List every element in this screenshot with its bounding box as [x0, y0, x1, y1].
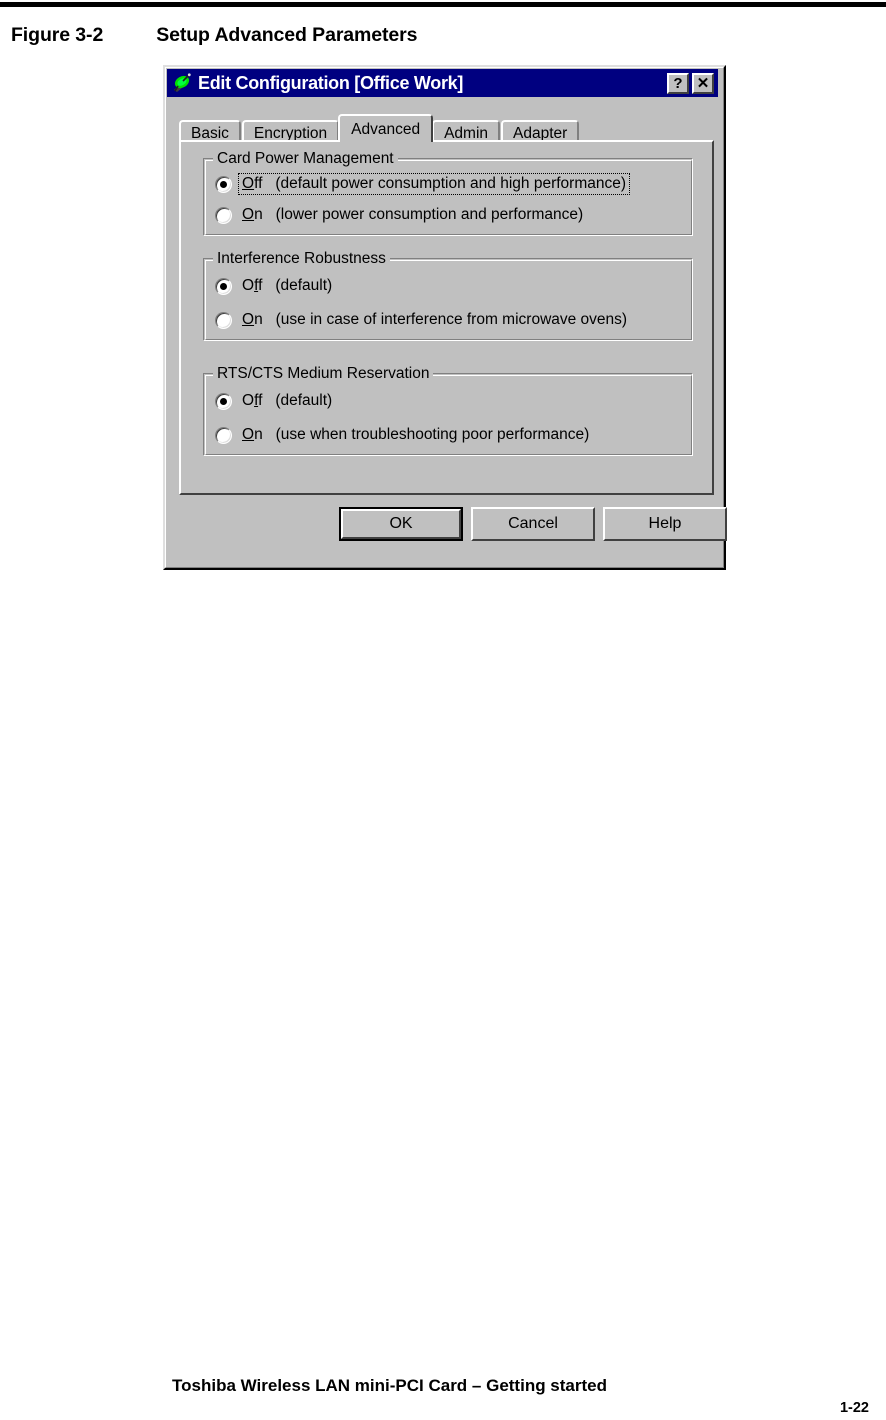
- radio-row-cpm-off[interactable]: Off (default power consumption and high …: [215, 173, 631, 195]
- radio-rts-on[interactable]: [215, 426, 232, 444]
- radio-dot: [220, 282, 227, 290]
- tab-advanced[interactable]: Advanced: [338, 114, 434, 142]
- radio-label-rts-on: On (use when troubleshooting poor perfor…: [239, 425, 592, 445]
- radio-desc-ir-on: (use in case of interference from microw…: [275, 311, 628, 328]
- radio-row-rts-off[interactable]: Off (default): [215, 391, 335, 411]
- radio-row-ir-off[interactable]: Off (default): [215, 276, 335, 296]
- radio-desc-cpm-on: (lower power consumption and performance…: [275, 206, 584, 223]
- radio-desc-rts-off: (default): [275, 392, 333, 409]
- radio-value-cpm-on: On: [242, 206, 263, 223]
- close-icon[interactable]: ✕: [692, 72, 714, 94]
- help-title-button[interactable]: ?: [667, 72, 689, 94]
- edit-configuration-dialog: Edit Configuration [Office Work] ? ✕ Bas…: [163, 65, 727, 570]
- ok-button[interactable]: OK: [339, 507, 463, 541]
- radio-cpm-on[interactable]: [215, 206, 232, 224]
- cancel-button[interactable]: Cancel: [471, 507, 595, 541]
- radio-value-ir-on: On: [242, 311, 263, 328]
- radio-value-ir-off: Off: [242, 277, 263, 294]
- radio-ir-on[interactable]: [215, 311, 232, 329]
- group-title-interference-robustness: Interference Robustness: [213, 249, 390, 268]
- satellite-dish-icon: [170, 72, 192, 94]
- radio-cpm-off[interactable]: [215, 175, 232, 193]
- group-rts-cts-medium-reservation: RTS/CTS Medium Reservation Off (default)…: [203, 364, 693, 456]
- radio-label-cpm-on: On (lower power consumption and performa…: [239, 205, 586, 225]
- dialog-title-text: Edit Configuration [Office Work]: [198, 72, 464, 93]
- radio-value-rts-off: Off: [242, 392, 263, 409]
- radio-desc-rts-on: (use when troubleshooting poor performan…: [275, 426, 590, 443]
- radio-value-rts-on: On: [242, 426, 263, 443]
- radio-dot: [220, 180, 227, 188]
- radio-value-cpm-off: Off: [242, 175, 263, 192]
- group-title-rts-cts-medium-reservation: RTS/CTS Medium Reservation: [213, 364, 434, 383]
- radio-desc-cpm-off: (default power consumption and high perf…: [275, 175, 627, 192]
- radio-rts-off[interactable]: [215, 392, 232, 410]
- radio-dot: [220, 397, 227, 405]
- advanced-tab-panel: Card Power Management Off (default power…: [179, 140, 714, 495]
- figure-label: Figure 3-2: [11, 24, 104, 46]
- tab-strip: Basic Encryption Advanced Admin Adapter: [179, 114, 580, 144]
- figure-caption: Figure 3-2 Setup Advanced Parameters: [11, 24, 418, 47]
- radio-ir-off[interactable]: [215, 277, 232, 295]
- radio-desc-ir-off: (default): [275, 277, 333, 294]
- group-card-power-management: Card Power Management Off (default power…: [203, 149, 693, 236]
- radio-row-ir-on[interactable]: On (use in case of interference from mic…: [215, 310, 630, 330]
- dialog-button-row: OK Cancel Help: [179, 507, 727, 545]
- page-top-rule: [0, 2, 886, 7]
- page-number: 1-22: [839, 1400, 869, 1416]
- title-bar-buttons: ? ✕: [667, 72, 714, 94]
- help-button[interactable]: Help: [603, 507, 727, 541]
- radio-row-rts-on[interactable]: On (use when troubleshooting poor perfor…: [215, 425, 592, 445]
- radio-label-rts-off: Off (default): [239, 391, 335, 411]
- figure-title: Setup Advanced Parameters: [156, 24, 418, 46]
- radio-label-ir-on: On (use in case of interference from mic…: [239, 310, 630, 330]
- radio-label-ir-off: Off (default): [239, 276, 335, 296]
- dialog-title-bar[interactable]: Edit Configuration [Office Work] ? ✕: [167, 69, 718, 97]
- group-interference-robustness: Interference Robustness Off (default) On…: [203, 249, 693, 341]
- footer-text: Toshiba Wireless LAN mini-PCI Card – Get…: [172, 1376, 607, 1395]
- ok-button-label: OK: [341, 509, 461, 539]
- radio-label-cpm-off: Off (default power consumption and high …: [237, 173, 631, 195]
- radio-row-cpm-on[interactable]: On (lower power consumption and performa…: [215, 205, 586, 225]
- group-title-card-power-management: Card Power Management: [213, 149, 398, 168]
